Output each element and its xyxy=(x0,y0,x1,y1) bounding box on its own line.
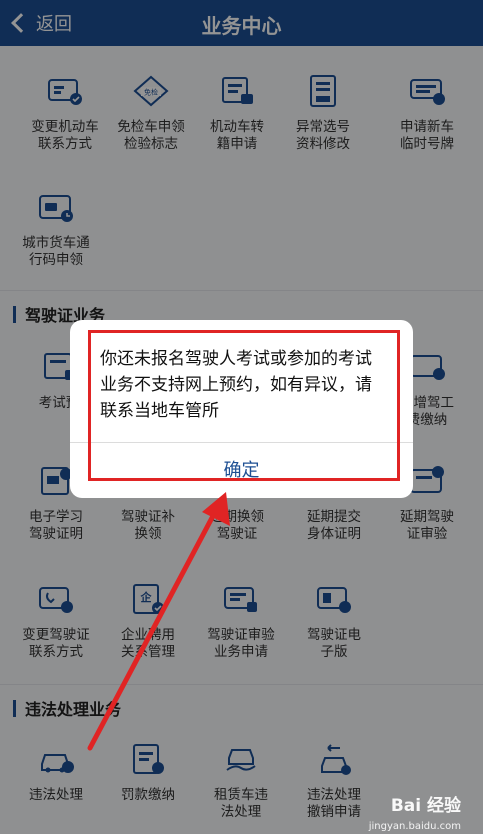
watermark: Bai 经验 xyxy=(391,791,461,816)
annotation-arrow-icon xyxy=(87,492,230,751)
watermark-url: jingyan.baidu.com xyxy=(368,821,461,832)
watermark-brand: Bai 经验 xyxy=(390,796,461,816)
